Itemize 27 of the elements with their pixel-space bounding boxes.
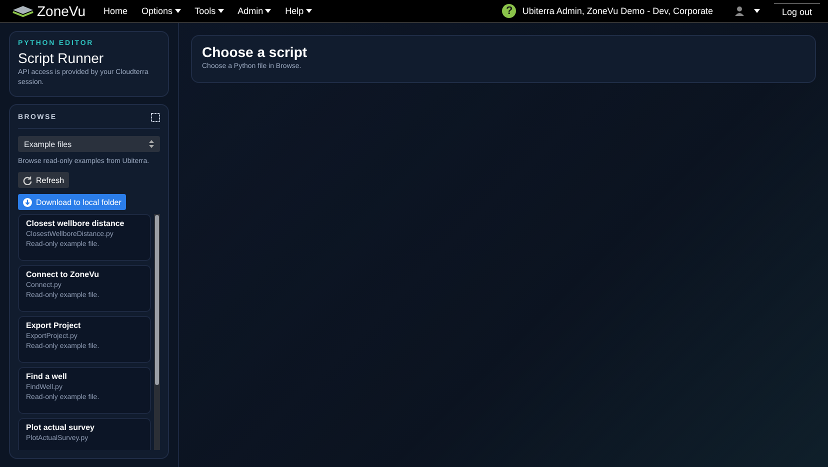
refresh-button[interactable]: Refresh xyxy=(18,172,70,188)
script-title: Plot actual survey xyxy=(26,423,96,432)
logout-button[interactable]: Log out xyxy=(774,2,820,20)
editor-title: Script Runner xyxy=(18,50,105,66)
nav-menu[interactable]: Options xyxy=(142,6,181,16)
main-title: Choose a script xyxy=(202,44,308,60)
script-title: Closest wellbore distance xyxy=(26,219,126,228)
nav-menu[interactable]: Admin xyxy=(238,6,272,16)
script-title: Export Project xyxy=(26,321,82,330)
user-name: Ubiterra Admin, ZoneVu Demo - Dev, Corporate xyxy=(522,6,713,16)
scrollbar[interactable] xyxy=(154,214,160,450)
expand-icon[interactable] xyxy=(151,113,160,122)
caret-icon[interactable] xyxy=(754,9,760,13)
nav-menu[interactable]: Help xyxy=(285,6,312,16)
source-select[interactable]: Example files xyxy=(18,136,160,152)
download-icon xyxy=(23,198,32,206)
sort-icon xyxy=(149,140,154,148)
script-title: Connect to ZoneVu xyxy=(26,270,100,279)
script-title: Find a well xyxy=(26,372,68,381)
nav-menu[interactable]: Home xyxy=(104,6,128,16)
refresh-icon xyxy=(23,176,32,184)
help-icon[interactable]: ? xyxy=(502,4,516,18)
brand-name[interactable]: ZoneVu xyxy=(37,3,86,19)
logo-icon xyxy=(12,5,34,17)
download-button[interactable]: Download to local folder xyxy=(18,194,126,210)
user-icon[interactable] xyxy=(734,6,744,16)
nav-menu[interactable]: Tools xyxy=(194,6,224,16)
